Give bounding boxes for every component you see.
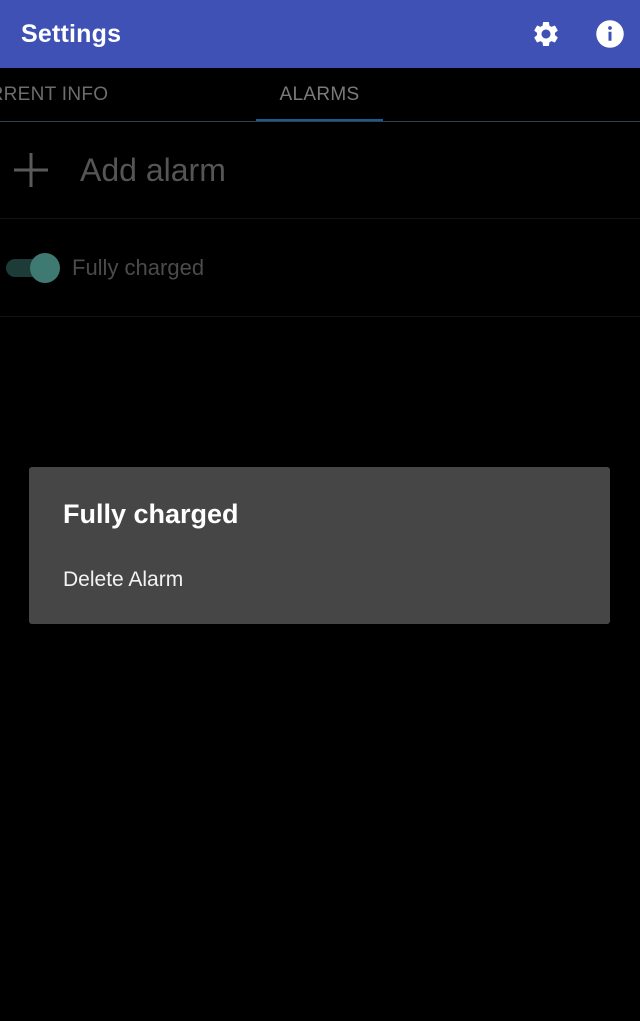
- alarm-row[interactable]: Fully charged: [0, 219, 640, 317]
- add-alarm-row[interactable]: Add alarm: [0, 122, 640, 219]
- tab-indicator: [256, 119, 383, 121]
- context-dialog: Fully charged Delete Alarm: [29, 467, 610, 624]
- alarm-toggle[interactable]: [6, 253, 60, 283]
- tab-alarms[interactable]: ALARMS: [256, 68, 383, 121]
- toggle-thumb: [30, 253, 60, 283]
- info-icon: [596, 20, 624, 48]
- delete-alarm-option[interactable]: Delete Alarm: [29, 557, 610, 603]
- tab-current-info[interactable]: URRENT INFO: [0, 68, 142, 121]
- plus-icon: [14, 153, 48, 187]
- app-bar-title: Settings: [21, 19, 122, 48]
- tab-bar: URRENT INFO ALARMS: [0, 68, 640, 122]
- screen: Settings URRENT INFO ALARMS Add alarm: [0, 0, 640, 1021]
- add-alarm-label: Add alarm: [80, 152, 226, 188]
- gear-icon: [534, 21, 558, 46]
- alarm-label: Fully charged: [72, 255, 205, 280]
- app-bar: Settings: [0, 0, 640, 68]
- dialog-title: Fully charged: [63, 499, 239, 529]
- info-button[interactable]: [588, 12, 632, 56]
- settings-button[interactable]: [524, 12, 568, 56]
